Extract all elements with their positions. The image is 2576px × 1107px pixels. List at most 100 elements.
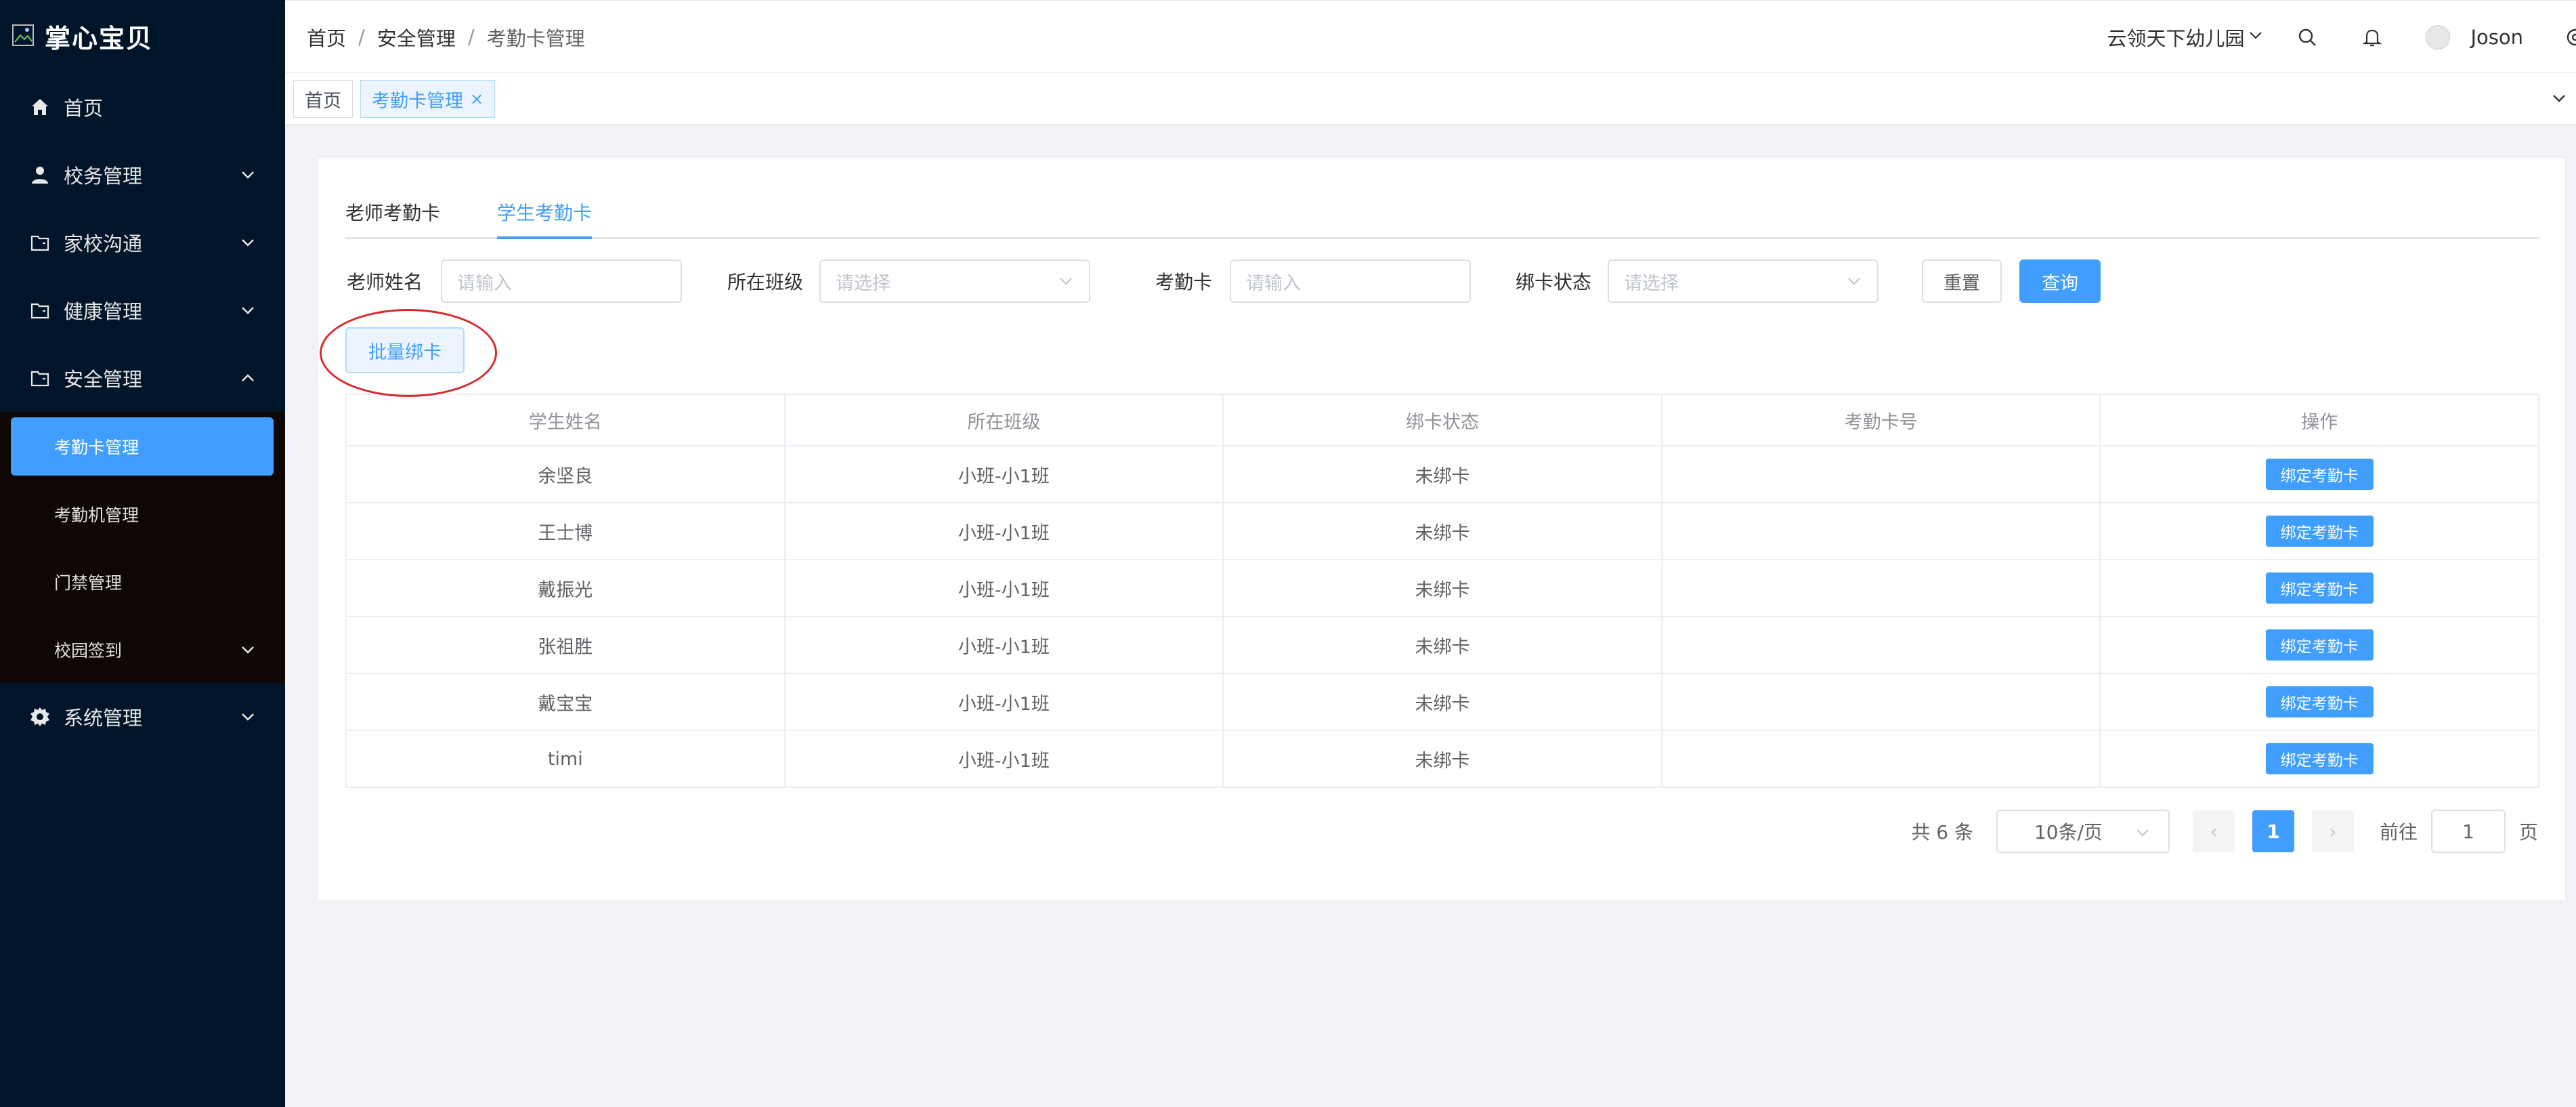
- sidebar-item-attendance-card[interactable]: 考勤卡管理: [11, 417, 274, 476]
- bind-status: 未绑卡: [1224, 503, 1662, 559]
- student-name: 戴振光: [347, 560, 786, 616]
- close-icon[interactable]: ×: [470, 89, 484, 108]
- action-cell: 绑定考勤卡: [2101, 731, 2538, 787]
- kindergarten-name: 云领天下幼儿园: [2107, 27, 2245, 50]
- sidebar-item-home-school[interactable]: 家校沟通: [0, 209, 285, 276]
- tab-teacher-card[interactable]: 老师考勤卡: [345, 185, 440, 239]
- bind-card-button[interactable]: 绑定考勤卡: [2265, 459, 2374, 490]
- sidebar-item-school-affairs[interactable]: 校务管理: [0, 141, 285, 209]
- tag-home[interactable]: 首页: [293, 80, 353, 118]
- bind-status: 未绑卡: [1224, 560, 1662, 616]
- table-row: 戴振光 小班-小1班 未绑卡 绑定考勤卡: [347, 560, 2538, 617]
- bind-card-button[interactable]: 绑定考勤卡: [2265, 743, 2374, 774]
- app-logo[interactable]: 掌心宝贝: [11, 7, 153, 65]
- bind-card-button[interactable]: 绑定考勤卡: [2265, 572, 2374, 604]
- table-header-row: 学生姓名 所在班级 绑卡状态 考勤卡号 操作: [347, 395, 2538, 446]
- column-header: 操作: [2301, 411, 2338, 433]
- pagination-total: 共 6 条: [1911, 821, 1973, 843]
- bind-status-placeholder: 请选择: [1624, 272, 1679, 294]
- tabs: 老师考勤卡 学生考勤卡: [345, 185, 2539, 239]
- tag-attendance-card[interactable]: 考勤卡管理 ×: [360, 80, 496, 118]
- teacher-name-input[interactable]: 请输入: [441, 259, 682, 303]
- sidebar-item-health[interactable]: 健康管理: [0, 276, 285, 344]
- sidebar-item-home[interactable]: 首页: [0, 73, 285, 141]
- column-header: 考勤卡号: [1662, 395, 2101, 445]
- tag-label: 考勤卡管理: [372, 90, 463, 112]
- teacher-name-label: 老师姓名: [347, 271, 423, 293]
- class-select-placeholder: 请选择: [836, 272, 890, 294]
- home-icon: [28, 96, 51, 119]
- kindergarten-dropdown[interactable]: 云领天下幼儿园: [2107, 23, 2264, 51]
- tab-student-card[interactable]: 学生考勤卡: [497, 185, 592, 239]
- student-name: timi: [347, 731, 786, 787]
- folder-icon: [28, 367, 51, 390]
- next-page-button[interactable]: ›: [2311, 810, 2354, 852]
- sidebar: 掌心宝贝 首页 校务管理 家校沟通 健康管理 安全管理 考勤卡管理 考勤机管理 …: [0, 0, 285, 1107]
- bind-card-button[interactable]: 绑定考勤卡: [2265, 686, 2374, 717]
- bind-card-button[interactable]: 绑定考勤卡: [2265, 516, 2374, 547]
- table-row: 戴宝宝 小班-小1班 未绑卡 绑定考勤卡: [347, 674, 2538, 731]
- avatar: [2426, 25, 2451, 49]
- sidebar-item-label: 校园签到: [54, 641, 123, 661]
- card-number: [1662, 674, 2101, 730]
- sidebar-item-security[interactable]: 安全管理: [0, 344, 285, 412]
- gear-icon[interactable]: [2564, 26, 2576, 49]
- reset-button[interactable]: 重置: [1922, 259, 2002, 303]
- sidebar-item-system[interactable]: 系统管理: [0, 683, 285, 751]
- page-unit-label: 页: [2518, 821, 2538, 843]
- tag-label: 首页: [305, 90, 341, 112]
- sidebar-item-attendance-machine[interactable]: 考勤机管理: [0, 485, 285, 543]
- bell-icon[interactable]: [2361, 26, 2384, 49]
- column-header: 学生姓名: [347, 395, 786, 445]
- card-number: [1662, 560, 2101, 616]
- class-name: 小班-小1班: [786, 503, 1224, 559]
- action-cell: 绑定考勤卡: [2101, 560, 2538, 616]
- action-cell: 绑定考勤卡: [2101, 503, 2538, 559]
- sidebar-item-label: 健康管理: [64, 300, 143, 323]
- student-card-table: 学生姓名 所在班级 绑卡状态 考勤卡号 操作 余坚良 小班-小1班 未绑卡 绑定…: [345, 394, 2539, 788]
- sidebar-item-label: 门禁管理: [54, 573, 123, 593]
- table-row: 张祖胜 小班-小1班 未绑卡 绑定考勤卡: [347, 617, 2538, 674]
- column-header: 所在班级: [786, 395, 1224, 445]
- sidebar-item-access-control[interactable]: 门禁管理: [0, 553, 285, 611]
- broken-image-icon: [11, 23, 37, 49]
- column-header: 绑卡状态: [1224, 395, 1662, 445]
- prev-page-button[interactable]: ‹: [2192, 810, 2235, 852]
- student-name: 戴宝宝: [347, 674, 786, 730]
- top-header: 首页 / 安全管理 / 考勤卡管理 云领天下幼儿园 Joson: [285, 0, 2576, 73]
- sidebar-item-campus-checkin[interactable]: 校园签到: [0, 621, 285, 679]
- page-size-select[interactable]: 10条/页: [1996, 810, 2170, 853]
- breadcrumb-item-security[interactable]: 安全管理: [377, 23, 456, 51]
- breadcrumb: 首页 / 安全管理 / 考勤卡管理: [307, 1, 585, 74]
- chevron-down-icon: [1846, 273, 1862, 289]
- search-icon[interactable]: [2296, 26, 2319, 49]
- bind-card-button[interactable]: 绑定考勤卡: [2265, 629, 2374, 661]
- pagination: 共 6 条 10条/页 ‹ 1 › 前往 1 页: [1911, 810, 2538, 853]
- folder-icon: [28, 299, 51, 322]
- sidebar-item-label: 首页: [64, 97, 104, 120]
- chevron-down-icon: [2244, 26, 2264, 49]
- security-submenu: 考勤卡管理 考勤机管理 门禁管理 校园签到: [0, 412, 285, 683]
- bind-status: 未绑卡: [1224, 674, 1662, 730]
- breadcrumb-item-current: 考勤卡管理: [486, 27, 585, 50]
- bind-status-select[interactable]: 请选择: [1608, 259, 1879, 303]
- action-cell: 绑定考勤卡: [2101, 617, 2538, 673]
- card-label: 考勤卡: [1155, 271, 1213, 293]
- class-select[interactable]: 请选择: [819, 259, 1090, 303]
- bind-status: 未绑卡: [1224, 446, 1662, 502]
- tags-view: 首页 考勤卡管理 ×: [285, 73, 2576, 125]
- card-input[interactable]: 请输入: [1230, 259, 1471, 303]
- table-row: 王士博 小班-小1班 未绑卡 绑定考勤卡: [347, 503, 2538, 560]
- goto-page-input[interactable]: 1: [2430, 810, 2506, 853]
- page-number-current[interactable]: 1: [2252, 810, 2294, 852]
- search-button[interactable]: 查询: [2019, 259, 2101, 303]
- goto-label: 前往: [2379, 821, 2418, 843]
- card-number: [1662, 503, 2101, 559]
- breadcrumb-item-home[interactable]: 首页: [307, 23, 346, 51]
- chevron-down-icon[interactable]: [2550, 89, 2571, 110]
- chevron-down-icon: [238, 232, 258, 253]
- chevron-down-icon: [238, 640, 258, 660]
- chevron-down-icon: [238, 165, 258, 185]
- content-card: 老师考勤卡 学生考勤卡 老师姓名 请输入 所在班级 请选择 考勤卡 请输入 绑卡…: [318, 157, 2566, 901]
- user-menu[interactable]: Joson: [2426, 25, 2523, 49]
